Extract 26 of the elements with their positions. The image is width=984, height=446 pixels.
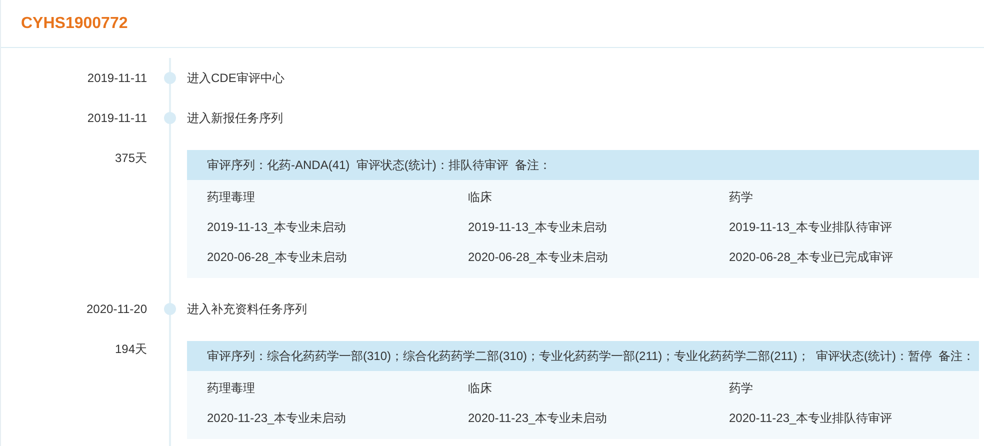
column-heading: 药学: [729, 380, 754, 397]
status-line: 2020-11-23_本专业未启动: [468, 410, 608, 427]
event-text: 进入CDE审评中心: [187, 70, 284, 87]
status-line: 2020-11-23_本专业排队待审评: [729, 410, 894, 427]
status-line: 2020-06-28_本专业未启动: [468, 249, 610, 266]
status-line: 2020-11-23_本专业未启动: [207, 410, 348, 427]
event-text: 进入补充资料任务序列: [187, 301, 307, 318]
column-heading: 临床: [468, 380, 493, 397]
duration-label: 194天: [114, 341, 147, 358]
panel-header: 审评序列：化药-ANDA(41) 审评状态(统计)：排队待审评 备注：: [187, 150, 979, 180]
page-title: CYHS1900772: [21, 14, 128, 34]
duration-label: 375天: [114, 150, 147, 167]
column-heading: 临床: [468, 189, 493, 206]
column-heading: 药理毒理: [207, 380, 256, 397]
status-line: 2020-06-28_本专业已完成审评: [729, 249, 894, 266]
event-date: 2019-11-11: [87, 110, 147, 127]
status-line: 2019-11-13_本专业未启动: [468, 219, 608, 236]
event-date: 2019-11-11: [87, 70, 147, 87]
status-line: 2019-11-13_本专业未启动: [207, 219, 348, 236]
column-heading: 药理毒理: [207, 189, 256, 206]
status-line: 2020-06-28_本专业未启动: [207, 249, 348, 266]
column-heading: 药学: [729, 189, 754, 206]
event-date: 2020-11-20: [86, 301, 147, 318]
status-line: 2019-11-13_本专业排队待审评: [729, 219, 894, 236]
event-text: 进入新报任务序列: [187, 110, 283, 127]
panel-header: 审评序列：综合化药药学一部(310)；综合化药药学二部(310)；专业化药药学一部(211)；专业化药药学二部(211)； 审评状态(统计)：暂停 备注：: [187, 341, 979, 371]
